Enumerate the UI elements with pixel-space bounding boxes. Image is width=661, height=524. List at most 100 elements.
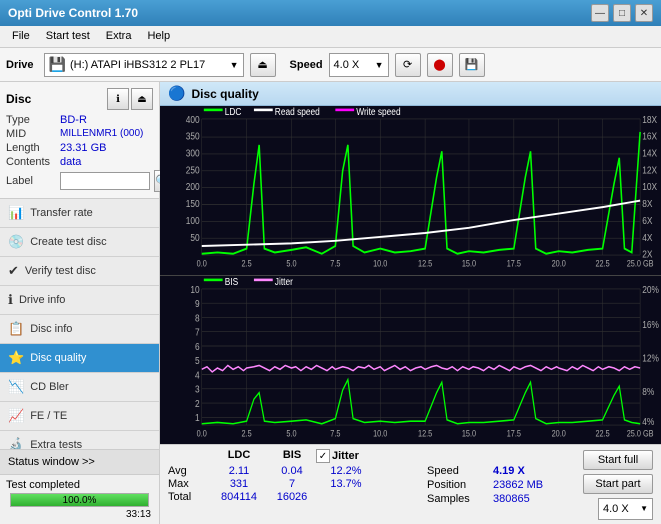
svg-text:LDC: LDC [225,106,242,117]
svg-text:20.0: 20.0 [552,259,567,269]
max-ldc: 331 [210,478,268,490]
svg-text:1: 1 [195,411,200,423]
ldc-col-header: LDC [210,449,268,463]
title-bar: Opti Drive Control 1.70 — □ ✕ [0,0,661,26]
svg-text:300: 300 [186,147,200,159]
disc-type-key: Type [6,114,56,126]
menu-start-test[interactable]: Start test [38,28,98,45]
svg-text:15.0: 15.0 [462,429,477,439]
disc-label-input[interactable] [60,172,150,190]
svg-text:400: 400 [186,113,200,125]
svg-text:16%: 16% [642,317,659,329]
app-title: Opti Drive Control 1.70 [8,6,138,20]
disc-length-key: Length [6,142,56,154]
svg-text:350: 350 [186,130,200,142]
main-layout: Disc ℹ ⏏ Type BD-R MID MILLENMR1 (000) L… [0,82,661,524]
bis-col-header: BIS [268,449,316,463]
svg-text:8: 8 [195,311,200,323]
disc-label-row: Label 🔍 [6,170,153,192]
speed-label: Speed [290,59,323,71]
speed-value: 4.0 X [334,59,360,71]
svg-text:2: 2 [195,396,200,408]
disc-mid-key: MID [6,128,56,140]
charts-wrapper: 400 350 300 250 200 150 100 50 18X 16X 1… [160,106,661,444]
menu-extra[interactable]: Extra [98,28,140,45]
start-part-button[interactable]: Start part [583,474,653,494]
test-completed-label: Test completed [6,479,153,491]
refresh-button[interactable]: ⟳ [395,53,421,77]
start-full-button[interactable]: Start full [583,450,653,470]
bottom-chart: 10 9 8 7 6 5 4 3 2 1 20% 16% [160,276,661,445]
svg-text:2.5: 2.5 [242,429,253,439]
cd-bler-icon: 📉 [8,379,24,395]
svg-text:BIS: BIS [225,276,238,287]
content-area: 🔵 Disc quality [160,82,661,524]
nav-disc-quality[interactable]: ⭐ Disc quality [0,344,159,373]
eject-button[interactable]: ⏏ [250,53,276,77]
jitter-label: Jitter [332,450,359,462]
nav-cd-bler-label: CD Bler [30,381,69,393]
close-button[interactable]: ✕ [635,4,653,22]
speed-select[interactable]: 4.0 X ▼ [329,53,389,77]
save-button[interactable]: 💾 [459,53,485,77]
speed-key: Speed [427,465,487,477]
speed-dropdown[interactable]: 4.0 X ▼ [598,498,653,520]
drive-select[interactable]: 💾 (H:) ATAPI iHBS312 2 PL17 ▼ [44,53,244,77]
svg-text:0.0: 0.0 [197,259,208,269]
svg-text:Write speed: Write speed [356,106,400,117]
status-window-btn[interactable]: Status window >> [0,450,159,475]
svg-text:250: 250 [186,163,200,175]
samples-val: 380865 [493,493,530,505]
svg-text:12%: 12% [642,351,659,363]
minimize-button[interactable]: — [591,4,609,22]
svg-text:14X: 14X [642,147,657,159]
nav-verify-test-disc[interactable]: ✔ Verify test disc [0,257,159,286]
disc-panel-header: Disc ℹ ⏏ [6,88,153,110]
progress-text: 100.0% [11,494,148,508]
menu-help[interactable]: Help [139,28,178,45]
svg-text:16X: 16X [642,130,657,142]
svg-text:150: 150 [186,197,200,209]
nav-drive-info[interactable]: ℹ Drive info [0,286,159,315]
nav-transfer-rate[interactable]: 📊 Transfer rate [0,199,159,228]
menu-bar: File Start test Extra Help [0,26,661,48]
nav-fe-te[interactable]: 📈 FE / TE [0,402,159,431]
nav-disc-info-label: Disc info [30,323,72,335]
menu-file[interactable]: File [4,28,38,45]
drive-info-icon: ℹ [8,292,13,308]
nav-extra-tests[interactable]: 🔬 Extra tests [0,431,159,449]
disc-label: Disc [6,92,31,106]
max-jitter: 13.7% [316,478,376,490]
disc-contents-key: Contents [6,156,56,168]
quality-title: Disc quality [191,87,258,101]
bottom-chart-svg: 10 9 8 7 6 5 4 3 2 1 20% 16% [160,276,661,445]
elapsed-time: 33:13 [6,509,153,520]
maximize-button[interactable]: □ [613,4,631,22]
disc-type-row: Type BD-R [6,114,153,126]
nav-disc-info[interactable]: 📋 Disc info [0,315,159,344]
speed-val: 4.19 X [493,465,525,477]
record-button[interactable]: ⬤ [427,53,453,77]
quality-header-icon: 🔵 [168,85,185,102]
svg-text:3: 3 [195,382,200,394]
stats-max-row: Max 331 7 13.7% [168,478,421,490]
total-ldc: 804114 [210,491,268,503]
max-label: Max [168,478,210,490]
position-key: Position [427,479,487,491]
nav-cd-bler[interactable]: 📉 CD Bler [0,373,159,402]
nav-create-test-disc[interactable]: 💿 Create test disc [0,228,159,257]
disc-eject-button[interactable]: ⏏ [131,88,153,110]
jitter-checkbox[interactable]: ✓ [316,449,330,463]
svg-text:12X: 12X [642,163,657,175]
drive-value: (H:) ATAPI iHBS312 2 PL17 [70,59,205,71]
status-window-label: Status window >> [8,456,95,468]
avg-label: Avg [168,465,210,477]
disc-mid-row: MID MILLENMR1 (000) [6,128,153,140]
stats-spacer [168,449,210,463]
drive-dropdown-arrow: ▼ [230,60,239,70]
stats-avg-row: Avg 2.11 0.04 12.2% [168,465,421,477]
svg-text:20.0: 20.0 [552,429,567,439]
svg-text:5.0: 5.0 [286,429,297,439]
nav-extra-tests-label: Extra tests [30,439,82,449]
disc-mid-val: MILLENMR1 (000) [60,128,143,140]
